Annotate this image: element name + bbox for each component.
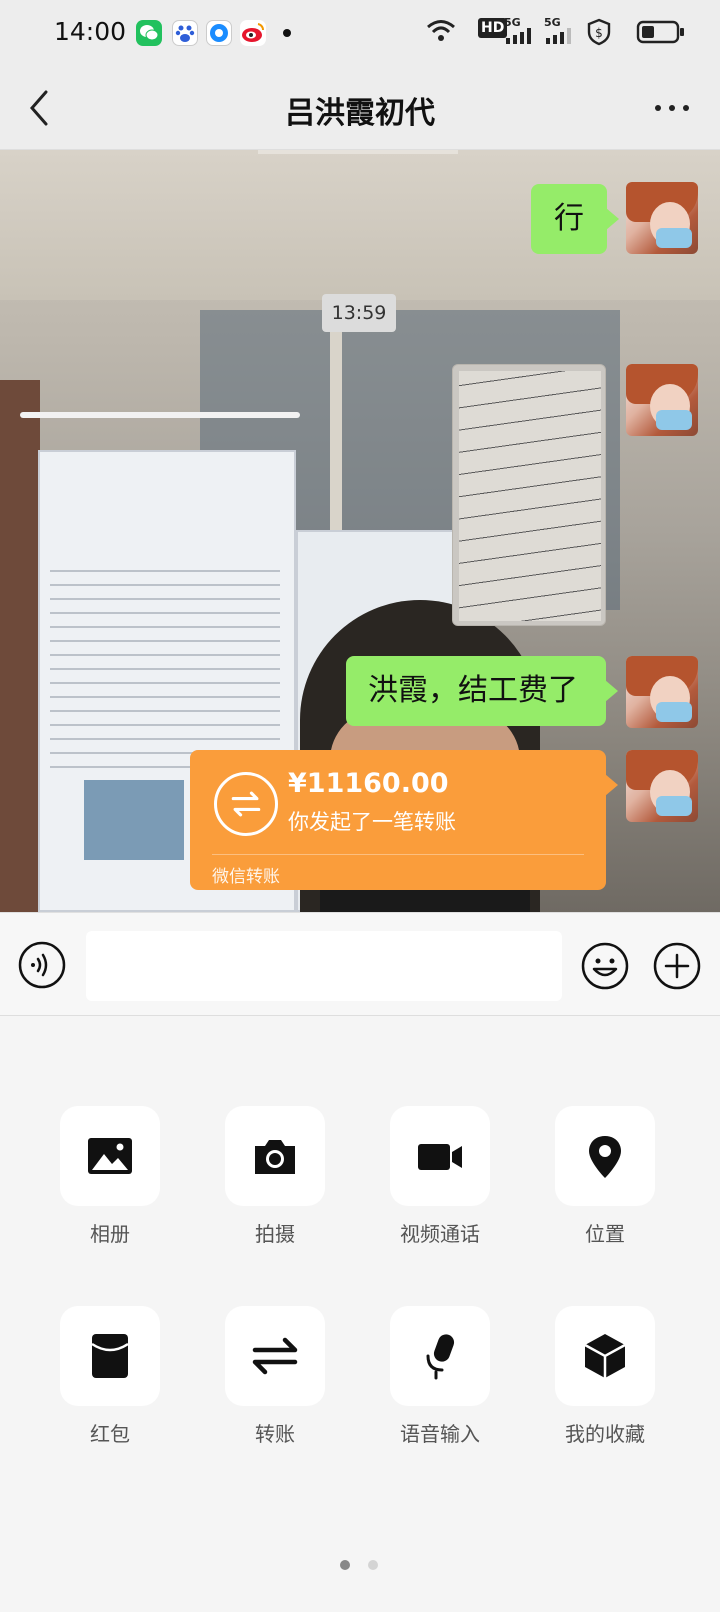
camera-button[interactable]: 拍摄: [205, 1106, 345, 1256]
video-call-label: 视频通话: [400, 1222, 480, 1246]
wechat-notification-icon: [136, 20, 162, 46]
voice-input-label: 语音输入: [400, 1422, 480, 1446]
my-avatar[interactable]: [626, 364, 698, 436]
message-text-input[interactable]: [86, 931, 562, 1001]
location-tile[interactable]: [555, 1106, 655, 1206]
voice-input-tile[interactable]: [390, 1306, 490, 1406]
transfer-message[interactable]: ¥11160.00 你发起了一笔转账 微信转账: [190, 750, 618, 890]
transfer-divider: [212, 854, 584, 855]
location-label: 位置: [585, 1222, 625, 1246]
my-avatar[interactable]: [626, 750, 698, 822]
cellular-signal-2-icon: 5G: [544, 16, 576, 46]
album-label: 相册: [90, 1222, 130, 1246]
weibo-notification-icon: [240, 20, 266, 46]
image-message[interactable]: [452, 364, 606, 626]
more-functions-panel: 相册 拍摄 视频通话 位置 红包 转账 语音输入 我的收藏: [0, 1016, 720, 1612]
hd-voice-badge: HD: [478, 18, 508, 38]
camera-icon: [255, 1140, 295, 1174]
chat-header: 吕洪霞初代: [0, 66, 720, 150]
page-indicator-dot-active[interactable]: [340, 1560, 350, 1570]
red-packet-label: 红包: [90, 1422, 130, 1446]
my-avatar[interactable]: [626, 182, 698, 254]
video-call-tile[interactable]: [390, 1106, 490, 1206]
favorites-tile[interactable]: [555, 1306, 655, 1406]
video-call-icon: [418, 1144, 462, 1170]
camera-tile[interactable]: [225, 1106, 325, 1206]
transfer-button[interactable]: 转账: [205, 1306, 345, 1456]
transfer-label: 转账: [255, 1422, 295, 1446]
background-detail: [258, 150, 458, 154]
favorites-label: 我的收藏: [565, 1422, 645, 1446]
location-button[interactable]: 位置: [535, 1106, 675, 1256]
more-notifications-dot: [283, 29, 291, 37]
background-detail: [50, 570, 280, 770]
transfer-description: 你发起了一笔转账: [288, 810, 456, 834]
chat-title: 吕洪霞初代: [285, 96, 435, 131]
voice-input-button[interactable]: 语音输入: [370, 1306, 510, 1456]
album-button[interactable]: 相册: [40, 1106, 180, 1256]
red-packet-button[interactable]: 红包: [40, 1306, 180, 1456]
favorites-icon: [584, 1334, 626, 1378]
video-call-button[interactable]: 视频通话: [370, 1106, 510, 1256]
transfer-tile[interactable]: [225, 1306, 325, 1406]
more-functions-plus-icon[interactable]: [652, 941, 702, 991]
background-detail: [0, 380, 40, 912]
svg-text:$: $: [595, 26, 603, 40]
more-options-icon[interactable]: [648, 88, 696, 128]
security-shield-icon: $: [587, 18, 611, 46]
emoji-icon[interactable]: [580, 941, 630, 991]
camera-label: 拍摄: [255, 1222, 295, 1246]
transfer-icon: [252, 1337, 298, 1375]
message-bubble[interactable]: 洪霞，结工费了: [346, 656, 618, 726]
browser-notification-icon: [206, 20, 232, 46]
handwritten-note-image: [459, 371, 601, 621]
status-bar: 14:00 HD 5G 5G $: [0, 0, 720, 66]
voice-input-icon: [426, 1334, 455, 1380]
message-bubble[interactable]: 行: [531, 184, 619, 254]
transfer-arrows-icon: [214, 772, 278, 836]
transfer-amount: ¥11160.00: [288, 768, 449, 799]
my-avatar[interactable]: [626, 656, 698, 728]
album-tile[interactable]: [60, 1106, 160, 1206]
wifi-icon: [427, 20, 455, 41]
voice-message-icon[interactable]: [18, 941, 66, 989]
red-packet-tile[interactable]: [60, 1306, 160, 1406]
background-detail: [84, 780, 184, 860]
favorites-button[interactable]: 我的收藏: [535, 1306, 675, 1456]
transfer-footer-label: 微信转账: [212, 867, 280, 887]
cellular-signal-1-icon: 5G: [504, 16, 536, 46]
chat-message-list[interactable]: 行 13:59 洪霞，结工费了 ¥11160.00 你发起了一笔转账 微信转账: [0, 150, 720, 912]
message-timestamp: 13:59: [322, 294, 396, 332]
battery-icon: [636, 20, 684, 44]
baidu-notification-icon: [172, 20, 198, 46]
red-packet-icon: [91, 1334, 129, 1378]
location-icon: [589, 1136, 621, 1178]
status-time: 14:00: [54, 17, 127, 46]
page-indicator-dot[interactable]: [368, 1560, 378, 1570]
message-input-bar: [0, 912, 720, 1016]
background-detail: [20, 412, 300, 418]
album-icon: [88, 1138, 132, 1174]
